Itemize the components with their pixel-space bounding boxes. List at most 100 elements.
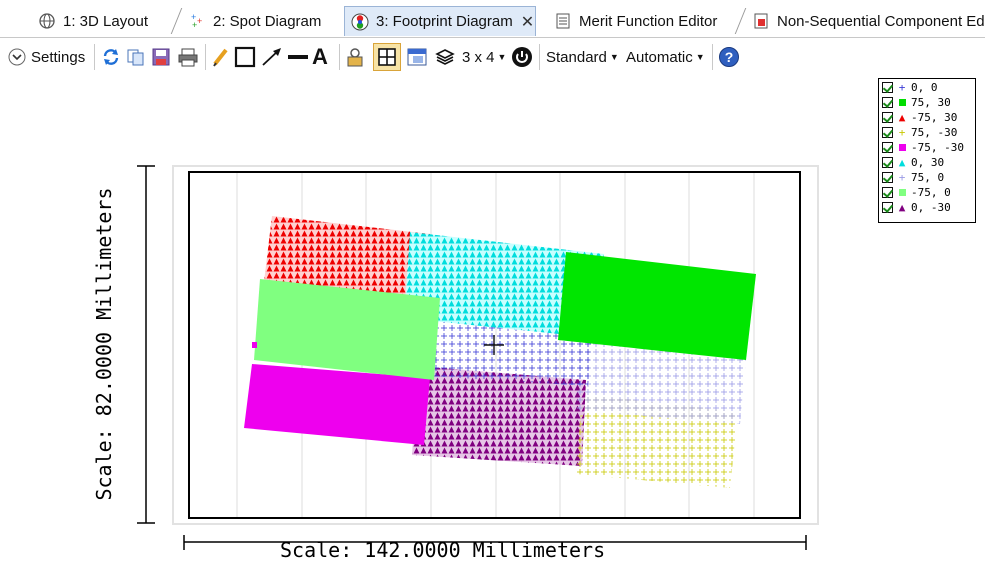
- toolbar-divider: [94, 44, 95, 70]
- layout-size-dropdown[interactable]: 3 x 4 ▼: [462, 45, 506, 69]
- pencil-tool-button[interactable]: [211, 45, 229, 69]
- grid-layout-icon: [378, 48, 396, 66]
- refresh-icon: [103, 49, 119, 65]
- nsc-editor-icon: [752, 12, 770, 30]
- triangle-marker-icon: ▲: [898, 110, 906, 124]
- legend-item[interactable]: +75, 0: [882, 170, 944, 184]
- tab-label: 1: 3D Layout: [63, 12, 149, 30]
- spot-diagram-icon: + + +: [188, 12, 206, 30]
- copy-button[interactable]: [126, 45, 146, 69]
- checkbox-icon[interactable]: [882, 126, 893, 138]
- plus-marker-icon: +: [898, 80, 906, 94]
- tab-label: Merit Function Editor: [579, 12, 718, 30]
- tab-footprint-diagram[interactable]: 3: Footprint Diagram ✕: [344, 6, 536, 36]
- legend-item[interactable]: +75, -30: [882, 125, 957, 139]
- triangle-marker-icon: ▲: [898, 155, 906, 169]
- copy-icon: [127, 49, 144, 66]
- print-icon: [178, 48, 198, 67]
- checkbox-icon[interactable]: [882, 171, 893, 183]
- tab-merit-function-editor[interactable]: Merit Function Editor: [546, 6, 731, 36]
- lock-button[interactable]: [345, 45, 365, 69]
- pencil-icon: [213, 48, 228, 67]
- checkbox-icon[interactable]: [882, 141, 893, 153]
- legend-item[interactable]: ▲ 0, 30: [882, 155, 944, 169]
- automatic-dropdown[interactable]: Automatic ▼: [626, 45, 705, 69]
- line-tool-button[interactable]: [287, 45, 309, 69]
- 3d-layout-icon: [38, 12, 56, 30]
- footprint-regions: [244, 216, 756, 488]
- svg-text:+: +: [197, 16, 202, 26]
- dropdown-arrow-icon: ▼: [609, 52, 619, 62]
- window-button[interactable]: [406, 45, 428, 69]
- standard-label: Standard: [546, 48, 607, 66]
- triangle-marker-icon: ▲: [898, 200, 906, 214]
- layers-icon: [435, 49, 455, 65]
- y-scale-label: Scale: 82.0000 Millimeters: [92, 187, 116, 501]
- stray-point: [252, 342, 257, 348]
- settings-button[interactable]: Settings: [8, 45, 85, 69]
- tab-label: Non-Sequential Component Edi: [777, 12, 985, 30]
- footprint-plot-area: Scale: 82.0000 Millimeters Scale: 142.00…: [0, 76, 985, 588]
- automatic-label: Automatic: [626, 48, 693, 66]
- plus-marker-icon: +: [898, 125, 906, 139]
- footprint-diagram-icon: [351, 13, 369, 31]
- layers-button[interactable]: [435, 45, 455, 69]
- square-marker-icon: [897, 96, 907, 108]
- legend-item[interactable]: 75, 30: [882, 95, 951, 109]
- save-button[interactable]: [151, 45, 171, 69]
- merit-function-icon: [554, 12, 572, 30]
- line-icon: [288, 55, 308, 59]
- legend-item[interactable]: ▲ -75, 30: [882, 110, 957, 124]
- legend: +0, 0 75, 30 ▲ -75, 30 +75, -30 -75, -30 …: [878, 78, 976, 223]
- dropdown-arrow-icon: ▼: [497, 52, 507, 62]
- svg-text:+: +: [192, 20, 197, 30]
- layout-size-label: 3 x 4: [462, 48, 495, 66]
- tab-non-sequential-component-editor[interactable]: Non-Sequential Component Edi: [744, 6, 985, 36]
- auto-refresh-button[interactable]: [511, 45, 533, 69]
- toolbar-divider: [712, 44, 713, 70]
- lock-icon: [347, 48, 363, 67]
- arrow-tool-button[interactable]: [260, 45, 284, 69]
- print-button[interactable]: [177, 45, 199, 69]
- help-button[interactable]: ?: [719, 45, 739, 69]
- layout-toggle-button[interactable]: [373, 43, 401, 71]
- checkbox-icon[interactable]: [882, 111, 893, 123]
- legend-item[interactable]: -75, -30: [882, 140, 964, 154]
- window-icon: [407, 48, 427, 66]
- text-icon: A: [312, 44, 328, 69]
- checkbox-icon[interactable]: [882, 201, 893, 213]
- toolbar: Settings A 3 x 4 ▼ Standard ▼ Automatic …: [0, 38, 985, 76]
- legend-item[interactable]: +0, 0: [882, 80, 938, 94]
- arrow-icon: [262, 48, 281, 66]
- text-tool-button[interactable]: A: [312, 44, 328, 69]
- tab-label: 2: Spot Diagram: [213, 12, 322, 30]
- rectangle-tool-button[interactable]: [234, 45, 256, 69]
- save-icon: [152, 48, 170, 66]
- checkbox-icon[interactable]: [882, 156, 893, 168]
- checkbox-icon[interactable]: [882, 186, 893, 198]
- settings-label: Settings: [31, 48, 86, 66]
- close-icon[interactable]: ✕: [521, 12, 534, 32]
- plus-marker-icon: +: [898, 170, 906, 184]
- checkbox-icon[interactable]: [882, 96, 893, 108]
- refresh-button[interactable]: [101, 45, 121, 69]
- tab-3d-layout[interactable]: 1: 3D Layout: [30, 6, 170, 36]
- help-icon: ?: [719, 47, 739, 67]
- x-scale-label: Scale: 142.0000 Millimeters: [280, 538, 606, 562]
- toolbar-divider: [205, 44, 206, 70]
- square-marker-icon: [897, 141, 907, 153]
- footprint-plot: [137, 165, 819, 550]
- chevron-down-icon: [8, 48, 26, 66]
- standard-dropdown[interactable]: Standard ▼: [546, 45, 619, 69]
- power-icon: [512, 47, 532, 67]
- rectangle-icon: [234, 46, 256, 68]
- legend-item[interactable]: ▲ 0, -30: [882, 200, 951, 214]
- legend-item[interactable]: -75, 0: [882, 185, 951, 199]
- toolbar-divider: [539, 44, 540, 70]
- tab-label: 3: Footprint Diagram: [376, 13, 513, 30]
- checkbox-icon[interactable]: [882, 81, 893, 93]
- dropdown-arrow-icon: ▼: [695, 52, 705, 62]
- tab-bar: 1: 3D Layout + + + 2: Spot Diagram 3: Foot…: [0, 0, 985, 38]
- vertical-scale-bar: [137, 165, 155, 524]
- tab-spot-diagram[interactable]: + + + 2: Spot Diagram: [180, 6, 340, 36]
